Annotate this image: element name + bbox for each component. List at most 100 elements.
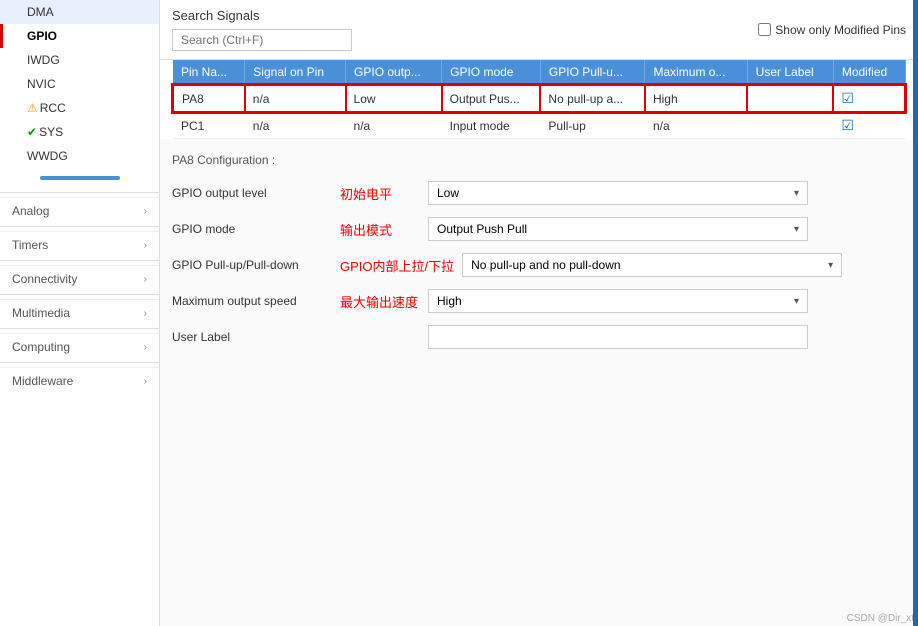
config-label-cn-pull: GPIO内部上拉/下拉: [340, 256, 454, 275]
col-output: GPIO outp...: [346, 60, 442, 85]
config-select-value-max-speed: High: [437, 294, 462, 308]
config-select-pull[interactable]: No pull-up and no pull-down ▾: [462, 253, 842, 277]
chevron-computing: ›: [144, 342, 147, 353]
config-select-output-level[interactable]: Low ▾: [428, 181, 808, 205]
sidebar-item-analog[interactable]: Analog ›: [0, 197, 159, 222]
search-signals-title: Search Signals: [172, 8, 352, 23]
scroll-indicator: [40, 176, 120, 180]
config-label-user-label: User Label: [172, 330, 332, 344]
cell-mode-pa8: Output Pus...: [442, 85, 541, 112]
divider: [0, 192, 159, 193]
main-wrapper: Search Signals Show only Modified Pins P…: [160, 0, 918, 626]
col-pin-name: Pin Na...: [173, 60, 245, 85]
sidebar-item-label-gpio: GPIO: [27, 29, 57, 43]
chevron-analog: ›: [144, 206, 147, 217]
cell-mode-pc1: Input mode: [442, 112, 541, 139]
sidebar-item-rcc[interactable]: ⚠ RCC: [0, 96, 159, 120]
table-row[interactable]: PA8 n/a Low Output Pus... No pull-up a..…: [173, 85, 905, 112]
sidebar-item-nvic[interactable]: NVIC: [0, 72, 159, 96]
sidebar-item-timers[interactable]: Timers ›: [0, 231, 159, 256]
sidebar-item-dma[interactable]: DMA: [0, 0, 159, 24]
config-label-max-speed: Maximum output speed: [172, 294, 332, 308]
col-modified: Modified: [833, 60, 905, 85]
sidebar-item-label-wwdg: WWDG: [27, 149, 68, 163]
divider4: [0, 294, 159, 295]
dropdown-arrow-pull: ▾: [828, 260, 833, 271]
dropdown-arrow-mode: ▾: [794, 224, 799, 235]
cell-signal-pa8: n/a: [245, 85, 346, 112]
cell-modified-pc1: ☑: [833, 112, 905, 139]
check-icon-sys: ✔: [27, 125, 37, 139]
sidebar-item-label-rcc: RCC: [40, 101, 147, 115]
config-row-user-label: User Label: [172, 325, 906, 349]
cell-modified-pa8: ☑: [833, 85, 905, 112]
watermark: CSDN @Dir_xt: [847, 613, 914, 624]
chevron-connectivity: ›: [144, 274, 147, 285]
config-row-pull: GPIO Pull-up/Pull-down GPIO内部上拉/下拉 No pu…: [172, 253, 906, 277]
cell-label-pc1: [747, 112, 833, 139]
cell-max-pc1: n/a: [645, 112, 747, 139]
multimedia-label: Multimedia: [12, 306, 70, 320]
divider5: [0, 328, 159, 329]
show-modified-container: Show only Modified Pins: [758, 23, 906, 37]
cell-pull-pc1: Pull-up: [540, 112, 645, 139]
dropdown-arrow-output-level: ▾: [794, 188, 799, 199]
analog-label: Analog: [12, 204, 49, 218]
search-input[interactable]: [172, 29, 352, 51]
config-label-pull: GPIO Pull-up/Pull-down: [172, 258, 332, 272]
config-select-value-mode: Output Push Pull: [437, 222, 527, 236]
main-content: Search Signals Show only Modified Pins P…: [160, 0, 918, 626]
cell-max-pa8: High: [645, 85, 747, 112]
sidebar-item-gpio[interactable]: GPIO: [0, 24, 159, 48]
chevron-timers: ›: [144, 240, 147, 251]
cell-signal-pc1: n/a: [245, 112, 346, 139]
config-label-cn-max-speed: 最大输出速度: [340, 292, 420, 311]
cell-pin-pa8: PA8: [173, 85, 245, 112]
sidebar: DMA GPIO IWDG NVIC ⚠ RCC ✔ SYS WWDG Anal…: [0, 0, 160, 626]
modified-check-pc1: ☑: [841, 117, 854, 133]
cell-pin-pc1: PC1: [173, 112, 245, 139]
config-row-mode: GPIO mode 输出模式 Output Push Pull ▾: [172, 217, 906, 241]
config-select-mode[interactable]: Output Push Pull ▾: [428, 217, 808, 241]
config-label-cn-mode: 输出模式: [340, 220, 420, 239]
cell-output-pc1: n/a: [346, 112, 442, 139]
col-label: User Label: [747, 60, 833, 85]
sidebar-item-computing[interactable]: Computing ›: [0, 333, 159, 358]
show-modified-label: Show only Modified Pins: [775, 23, 906, 37]
right-blue-bar: [913, 0, 918, 626]
config-label-mode: GPIO mode: [172, 222, 332, 236]
sidebar-item-connectivity[interactable]: Connectivity ›: [0, 265, 159, 290]
modified-check-pa8: ☑: [841, 90, 854, 106]
col-pull: GPIO Pull-u...: [540, 60, 645, 85]
config-label-output-level: GPIO output level: [172, 186, 332, 200]
divider2: [0, 226, 159, 227]
divider3: [0, 260, 159, 261]
sidebar-item-label-iwdg: IWDG: [27, 53, 60, 67]
config-select-value-output-level: Low: [437, 186, 459, 200]
config-title: PA8 Configuration :: [172, 149, 906, 171]
chevron-multimedia: ›: [144, 308, 147, 319]
show-modified-checkbox[interactable]: [758, 23, 771, 36]
table-container: Pin Na... Signal on Pin GPIO outp... GPI…: [160, 60, 918, 139]
table-row[interactable]: PC1 n/a n/a Input mode Pull-up n/a ☑: [173, 112, 905, 139]
sidebar-item-multimedia[interactable]: Multimedia ›: [0, 299, 159, 324]
sidebar-item-middleware[interactable]: Middleware ›: [0, 367, 159, 392]
config-section: PA8 Configuration : GPIO output level 初始…: [160, 139, 918, 626]
warning-icon-rcc: ⚠: [27, 101, 38, 115]
sidebar-item-iwdg[interactable]: IWDG: [0, 48, 159, 72]
topbar: Search Signals Show only Modified Pins: [160, 0, 918, 60]
config-select-max-speed[interactable]: High ▾: [428, 289, 808, 313]
table-header-row: Pin Na... Signal on Pin GPIO outp... GPI…: [173, 60, 905, 85]
col-max: Maximum o...: [645, 60, 747, 85]
config-row-output-level: GPIO output level 初始电平 Low ▾: [172, 181, 906, 205]
config-select-value-pull: No pull-up and no pull-down: [471, 258, 620, 272]
connectivity-label: Connectivity: [12, 272, 77, 286]
cell-label-pa8: [747, 85, 833, 112]
sidebar-item-wwdg[interactable]: WWDG: [0, 144, 159, 168]
config-select-user-label[interactable]: [428, 325, 808, 349]
sidebar-item-label-dma: DMA: [27, 5, 54, 19]
sidebar-item-sys[interactable]: ✔ SYS: [0, 120, 159, 144]
config-row-max-speed: Maximum output speed 最大输出速度 High ▾: [172, 289, 906, 313]
computing-label: Computing: [12, 340, 70, 354]
sidebar-item-label-nvic: NVIC: [27, 77, 56, 91]
